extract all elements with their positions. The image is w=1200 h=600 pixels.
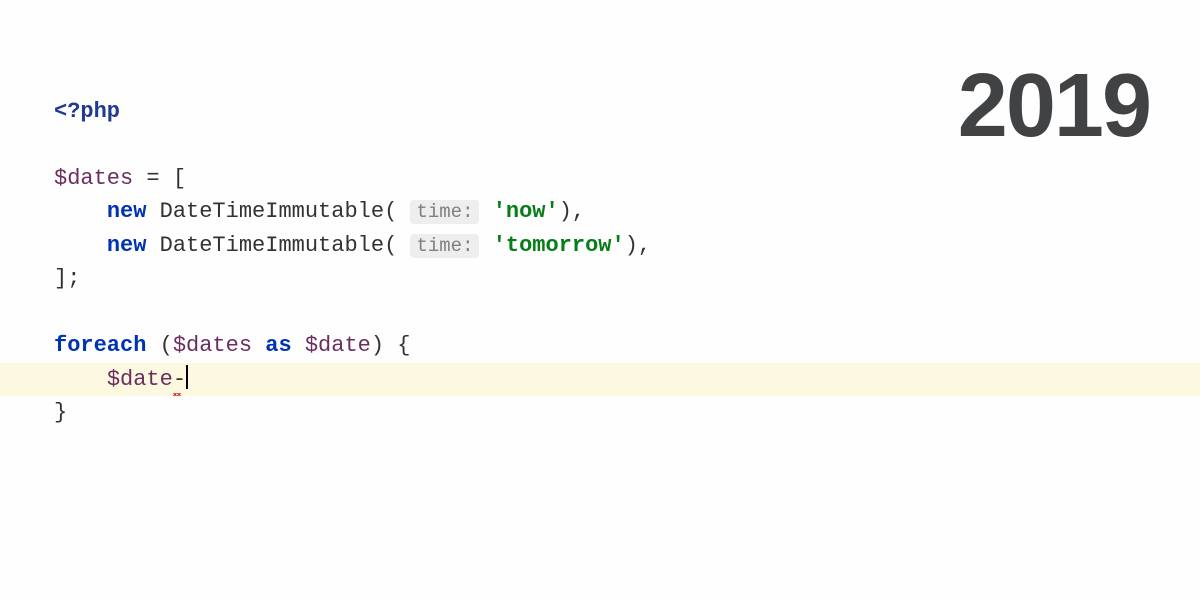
open-paren: ( [384,233,397,258]
string-tomorrow: 'tomorrow' [493,233,625,258]
space [479,233,492,258]
space [146,199,159,224]
code-line-7-active: $date- [0,363,1200,396]
new-keyword: new [107,199,147,224]
indent [54,367,107,392]
indent [54,199,107,224]
open-brace: { [397,333,410,358]
close-brace: } [54,400,67,425]
text-cursor [186,365,188,389]
string-now: 'now' [493,199,559,224]
semicolon: ; [67,266,80,291]
code-line-5: ]; [54,262,1200,295]
var-dates: $dates [173,333,252,358]
comma: , [638,233,651,258]
equals: = [133,166,173,191]
indent [54,233,107,258]
code-line-2: $dates = [ [54,162,1200,195]
var-dates: $dates [54,166,133,191]
space [384,333,397,358]
code-line-6: foreach ($dates as $date) { [54,329,1200,362]
open-bracket: [ [173,166,186,191]
space [146,333,159,358]
php-open-tag: <?php [54,99,120,124]
space [397,199,410,224]
classname: DateTimeImmutable [160,233,384,258]
space [292,333,305,358]
classname: DateTimeImmutable [160,199,384,224]
space [252,333,265,358]
open-paren: ( [384,199,397,224]
comma: , [572,199,585,224]
space [146,233,159,258]
close-paren: ) [559,199,572,224]
code-line-1: <?php [54,95,1200,128]
code-line-blank-1 [54,128,1200,161]
code-line-8: } [54,396,1200,429]
param-hint: time: [410,234,479,258]
open-paren: ( [160,333,173,358]
var-date: $date [107,367,173,392]
space [397,233,410,258]
as-keyword: as [265,333,291,358]
param-hint: time: [410,200,479,224]
arrow-operator: - [173,367,186,392]
foreach-keyword: foreach [54,333,146,358]
close-paren: ) [625,233,638,258]
code-line-3: new DateTimeImmutable( time: 'now'), [54,195,1200,228]
code-line-4: new DateTimeImmutable( time: 'tomorrow')… [54,229,1200,262]
var-date: $date [305,333,371,358]
code-line-blank-2 [54,296,1200,329]
close-bracket: ] [54,266,67,291]
close-paren: ) [371,333,384,358]
new-keyword: new [107,233,147,258]
space [479,199,492,224]
